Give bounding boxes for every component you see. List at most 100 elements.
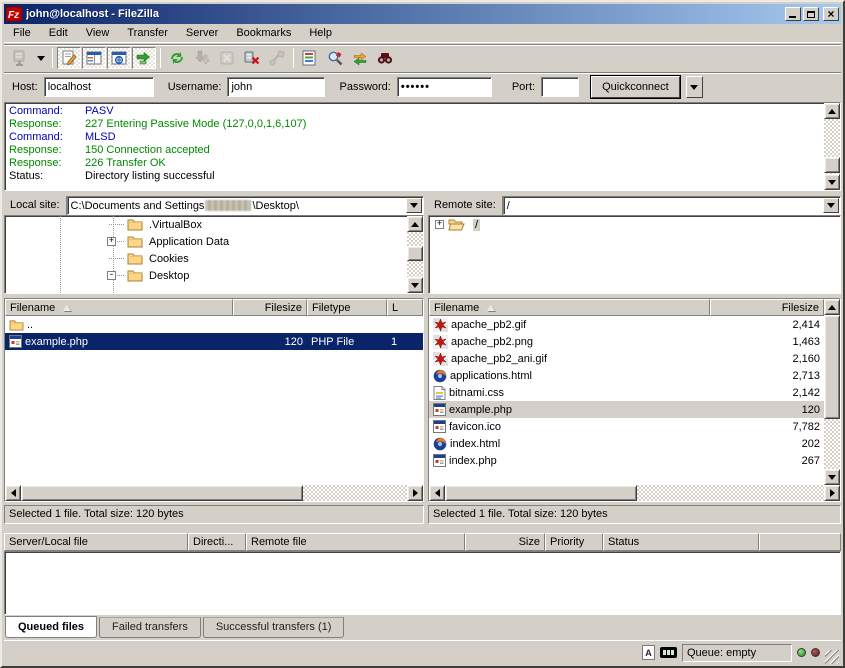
synchronized-browsing-button[interactable]	[348, 47, 372, 69]
parent-directory-row[interactable]: ..	[5, 316, 423, 333]
password-label: Password:	[339, 81, 390, 93]
reconnect-button[interactable]	[265, 47, 289, 69]
menu-view[interactable]: View	[77, 25, 119, 41]
image-file-icon	[433, 318, 448, 332]
file-row[interactable]: apache_pb2.png 1,463	[429, 333, 824, 350]
scroll-left-button[interactable]	[429, 485, 445, 501]
tree-item-application-data[interactable]: Application Data	[5, 233, 423, 250]
tree-item-root[interactable]: /	[429, 216, 840, 233]
site-manager-button[interactable]	[8, 47, 32, 69]
local-horizontal-scrollbar[interactable]	[5, 485, 423, 501]
local-tree: .VirtualBox Application Data Cookies Des…	[4, 215, 424, 294]
file-row[interactable]: bitnami.css 2,142	[429, 384, 824, 401]
port-input[interactable]	[541, 77, 579, 97]
resize-grip[interactable]	[825, 650, 839, 664]
scroll-up-button[interactable]	[824, 103, 840, 119]
file-row[interactable]: apache_pb2_ani.gif 2,160	[429, 350, 824, 367]
queue-body[interactable]	[4, 551, 841, 615]
scroll-up-button[interactable]	[824, 299, 840, 315]
column-header-size[interactable]: Size	[465, 533, 545, 551]
remote-list-scrollbar[interactable]	[824, 299, 840, 485]
toggle-local-tree-button[interactable]	[82, 47, 106, 69]
tab-failed-transfers[interactable]: Failed transfers	[99, 617, 201, 638]
speed-limits-icon[interactable]	[660, 647, 677, 658]
minimize-button[interactable]	[785, 7, 801, 21]
log-label: Command:	[9, 131, 85, 144]
column-header-status[interactable]: Status	[603, 533, 759, 551]
username-input[interactable]	[227, 77, 325, 97]
cancel-button[interactable]	[215, 47, 239, 69]
tab-successful-transfers[interactable]: Successful transfers (1)	[203, 617, 345, 638]
title-bar[interactable]: Fz john@localhost - FileZilla	[4, 4, 841, 24]
menu-file[interactable]: File	[4, 25, 40, 41]
menu-bookmarks[interactable]: Bookmarks	[227, 25, 300, 41]
column-header-server-local-file[interactable]: Server/Local file	[4, 533, 188, 551]
toggle-queue-button[interactable]	[132, 47, 156, 69]
menu-help[interactable]: Help	[300, 25, 341, 41]
remote-horizontal-scrollbar[interactable]	[429, 485, 840, 501]
remote-site-combobox[interactable]: /	[503, 196, 841, 215]
scroll-thumb[interactable]	[21, 485, 303, 501]
directory-comparison-button[interactable]	[323, 47, 347, 69]
scroll-down-button[interactable]	[407, 277, 423, 293]
file-row-example-php-selected[interactable]: example.php 120 PHP File 1	[5, 333, 423, 350]
scroll-thumb[interactable]	[445, 485, 637, 501]
column-header-filesize[interactable]: Filesize	[233, 299, 307, 316]
column-header-filetype[interactable]: Filetype	[307, 299, 387, 316]
expand-plus-icon[interactable]	[107, 237, 116, 246]
tab-queued-files[interactable]: Queued files	[5, 616, 97, 638]
column-header-direction[interactable]: Directi...	[188, 533, 246, 551]
column-header-filename[interactable]: Filename	[5, 299, 233, 316]
close-button[interactable]	[823, 7, 839, 21]
scroll-right-button[interactable]	[824, 485, 840, 501]
column-header-filename[interactable]: Filename	[429, 299, 710, 316]
maximize-button[interactable]	[803, 7, 819, 21]
collapse-minus-icon[interactable]	[107, 271, 116, 280]
site-manager-dropdown-button[interactable]	[33, 47, 48, 69]
menu-transfer[interactable]: Transfer	[118, 25, 177, 41]
process-queue-button[interactable]	[190, 47, 214, 69]
column-header-remote-file[interactable]: Remote file	[246, 533, 465, 551]
scroll-left-button[interactable]	[5, 485, 21, 501]
file-row[interactable]: index.html 202	[429, 435, 824, 452]
host-input[interactable]	[44, 77, 154, 97]
local-tree-scrollbar[interactable]	[407, 216, 423, 293]
combo-dropdown-button[interactable]	[823, 198, 839, 213]
file-row[interactable]: apache_pb2.gif 2,414	[429, 316, 824, 333]
toggle-remote-tree-button[interactable]	[107, 47, 131, 69]
transfer-type-ascii-icon[interactable]: A	[642, 645, 655, 660]
arrow-up-icon	[828, 109, 836, 114]
file-row[interactable]: applications.html 2,713	[429, 367, 824, 384]
file-row[interactable]: index.php 267	[429, 452, 824, 469]
scroll-right-button[interactable]	[407, 485, 423, 501]
tree-item-virtualbox[interactable]: .VirtualBox	[5, 216, 423, 233]
log-scrollbar[interactable]	[824, 103, 840, 190]
scroll-thumb[interactable]	[407, 246, 423, 261]
scroll-down-button[interactable]	[824, 174, 840, 190]
column-header-lastmodified[interactable]: L	[387, 299, 423, 316]
password-input[interactable]	[397, 77, 492, 97]
scroll-thumb[interactable]	[824, 157, 840, 173]
column-header-priority[interactable]: Priority	[545, 533, 603, 551]
file-row[interactable]: favicon.ico 7,782	[429, 418, 824, 435]
menu-server[interactable]: Server	[177, 25, 227, 41]
refresh-button[interactable]	[165, 47, 189, 69]
toggle-log-view-button[interactable]	[57, 47, 81, 69]
log-label: Response:	[9, 144, 85, 157]
tree-item-cookies[interactable]: Cookies	[5, 250, 423, 267]
scroll-down-button[interactable]	[824, 469, 840, 485]
local-site-combobox[interactable]: C:\Documents and Settings\Desktop\	[67, 196, 424, 215]
find-files-button[interactable]	[373, 47, 397, 69]
expand-plus-icon[interactable]	[435, 220, 444, 229]
disconnect-button[interactable]	[240, 47, 264, 69]
quickconnect-button[interactable]: Quickconnect	[591, 76, 680, 98]
combo-dropdown-button[interactable]	[406, 198, 422, 213]
quickconnect-dropdown-button[interactable]	[686, 76, 703, 98]
menu-edit[interactable]: Edit	[40, 25, 77, 41]
column-header-filesize[interactable]: Filesize	[710, 299, 824, 316]
scroll-up-button[interactable]	[407, 216, 423, 232]
filename-filters-button[interactable]	[298, 47, 322, 69]
file-row-example-php-selected[interactable]: example.php 120	[429, 401, 824, 418]
scroll-thumb[interactable]	[824, 315, 840, 419]
tree-item-desktop[interactable]: Desktop	[5, 267, 423, 284]
